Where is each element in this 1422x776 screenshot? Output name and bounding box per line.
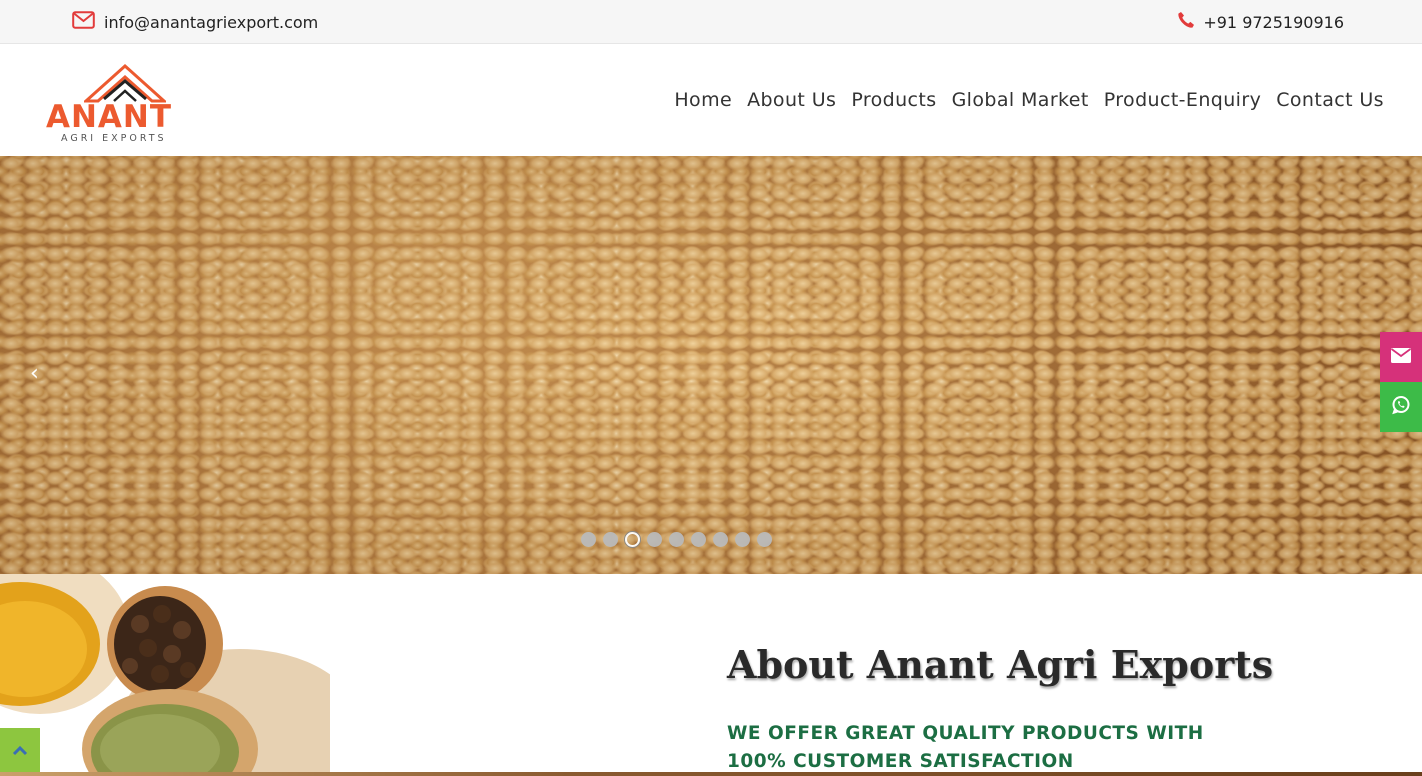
slider-dot[interactable] bbox=[581, 532, 596, 547]
slider-dot[interactable] bbox=[647, 532, 662, 547]
about-title: About Anant Agri Exports bbox=[727, 642, 1274, 687]
envelope-icon bbox=[1390, 347, 1412, 367]
nav-products[interactable]: Products bbox=[851, 89, 936, 111]
slider-dot[interactable] bbox=[757, 532, 772, 547]
top-email-link[interactable]: info@anantagriexport.com bbox=[72, 11, 318, 33]
about-subtitle: WE OFFER GREAT QUALITY PRODUCTS WITH 100… bbox=[727, 723, 1204, 772]
site-header: ANANT AGRI EXPORTS Home About Us Product… bbox=[0, 45, 1422, 156]
phone-icon bbox=[1177, 11, 1195, 33]
envelope-icon bbox=[72, 11, 95, 33]
next-section-edge bbox=[0, 772, 1422, 776]
slider-dot[interactable] bbox=[603, 532, 618, 547]
floating-whatsapp-button[interactable] bbox=[1380, 382, 1422, 432]
logo-mark-icon bbox=[84, 63, 166, 103]
spices-image bbox=[0, 574, 330, 776]
slider-dot[interactable] bbox=[691, 532, 706, 547]
slider-indicators bbox=[581, 532, 772, 547]
nav-home[interactable]: Home bbox=[674, 89, 732, 111]
top-contact-bar: info@anantagriexport.com +91 9725190916 bbox=[0, 0, 1422, 44]
site-logo[interactable]: ANANT AGRI EXPORTS bbox=[44, 61, 210, 145]
main-nav: Home About Us Products Global Market Pro… bbox=[674, 89, 1384, 111]
chevron-left-icon[interactable]: ‹ bbox=[30, 363, 46, 385]
hero-image-seeds bbox=[0, 156, 1422, 574]
chevron-up-icon bbox=[12, 741, 28, 760]
logo-brand: ANANT bbox=[46, 99, 173, 135]
hero-slider: ‹ › bbox=[0, 156, 1422, 574]
slider-dot[interactable] bbox=[713, 532, 728, 547]
nav-global-market[interactable]: Global Market bbox=[952, 89, 1089, 111]
floating-email-button[interactable] bbox=[1380, 332, 1422, 382]
phone-number: +91 9725190916 bbox=[1203, 12, 1344, 32]
slider-dot[interactable] bbox=[669, 532, 684, 547]
slider-dot[interactable] bbox=[735, 532, 750, 547]
about-section: About Anant Agri Exports WE OFFER GREAT … bbox=[0, 574, 1422, 776]
email-address: info@anantagriexport.com bbox=[104, 12, 319, 32]
nav-contact-us[interactable]: Contact Us bbox=[1276, 89, 1384, 111]
slider-dot-active[interactable] bbox=[625, 532, 640, 547]
nav-product-enquiry[interactable]: Product-Enquiry bbox=[1104, 89, 1261, 111]
back-to-top-button[interactable] bbox=[0, 728, 40, 772]
nav-about-us[interactable]: About Us bbox=[747, 89, 836, 111]
top-phone-link[interactable]: +91 9725190916 bbox=[1177, 11, 1344, 33]
whatsapp-icon bbox=[1391, 395, 1411, 419]
logo-tagline: AGRI EXPORTS bbox=[61, 133, 167, 144]
